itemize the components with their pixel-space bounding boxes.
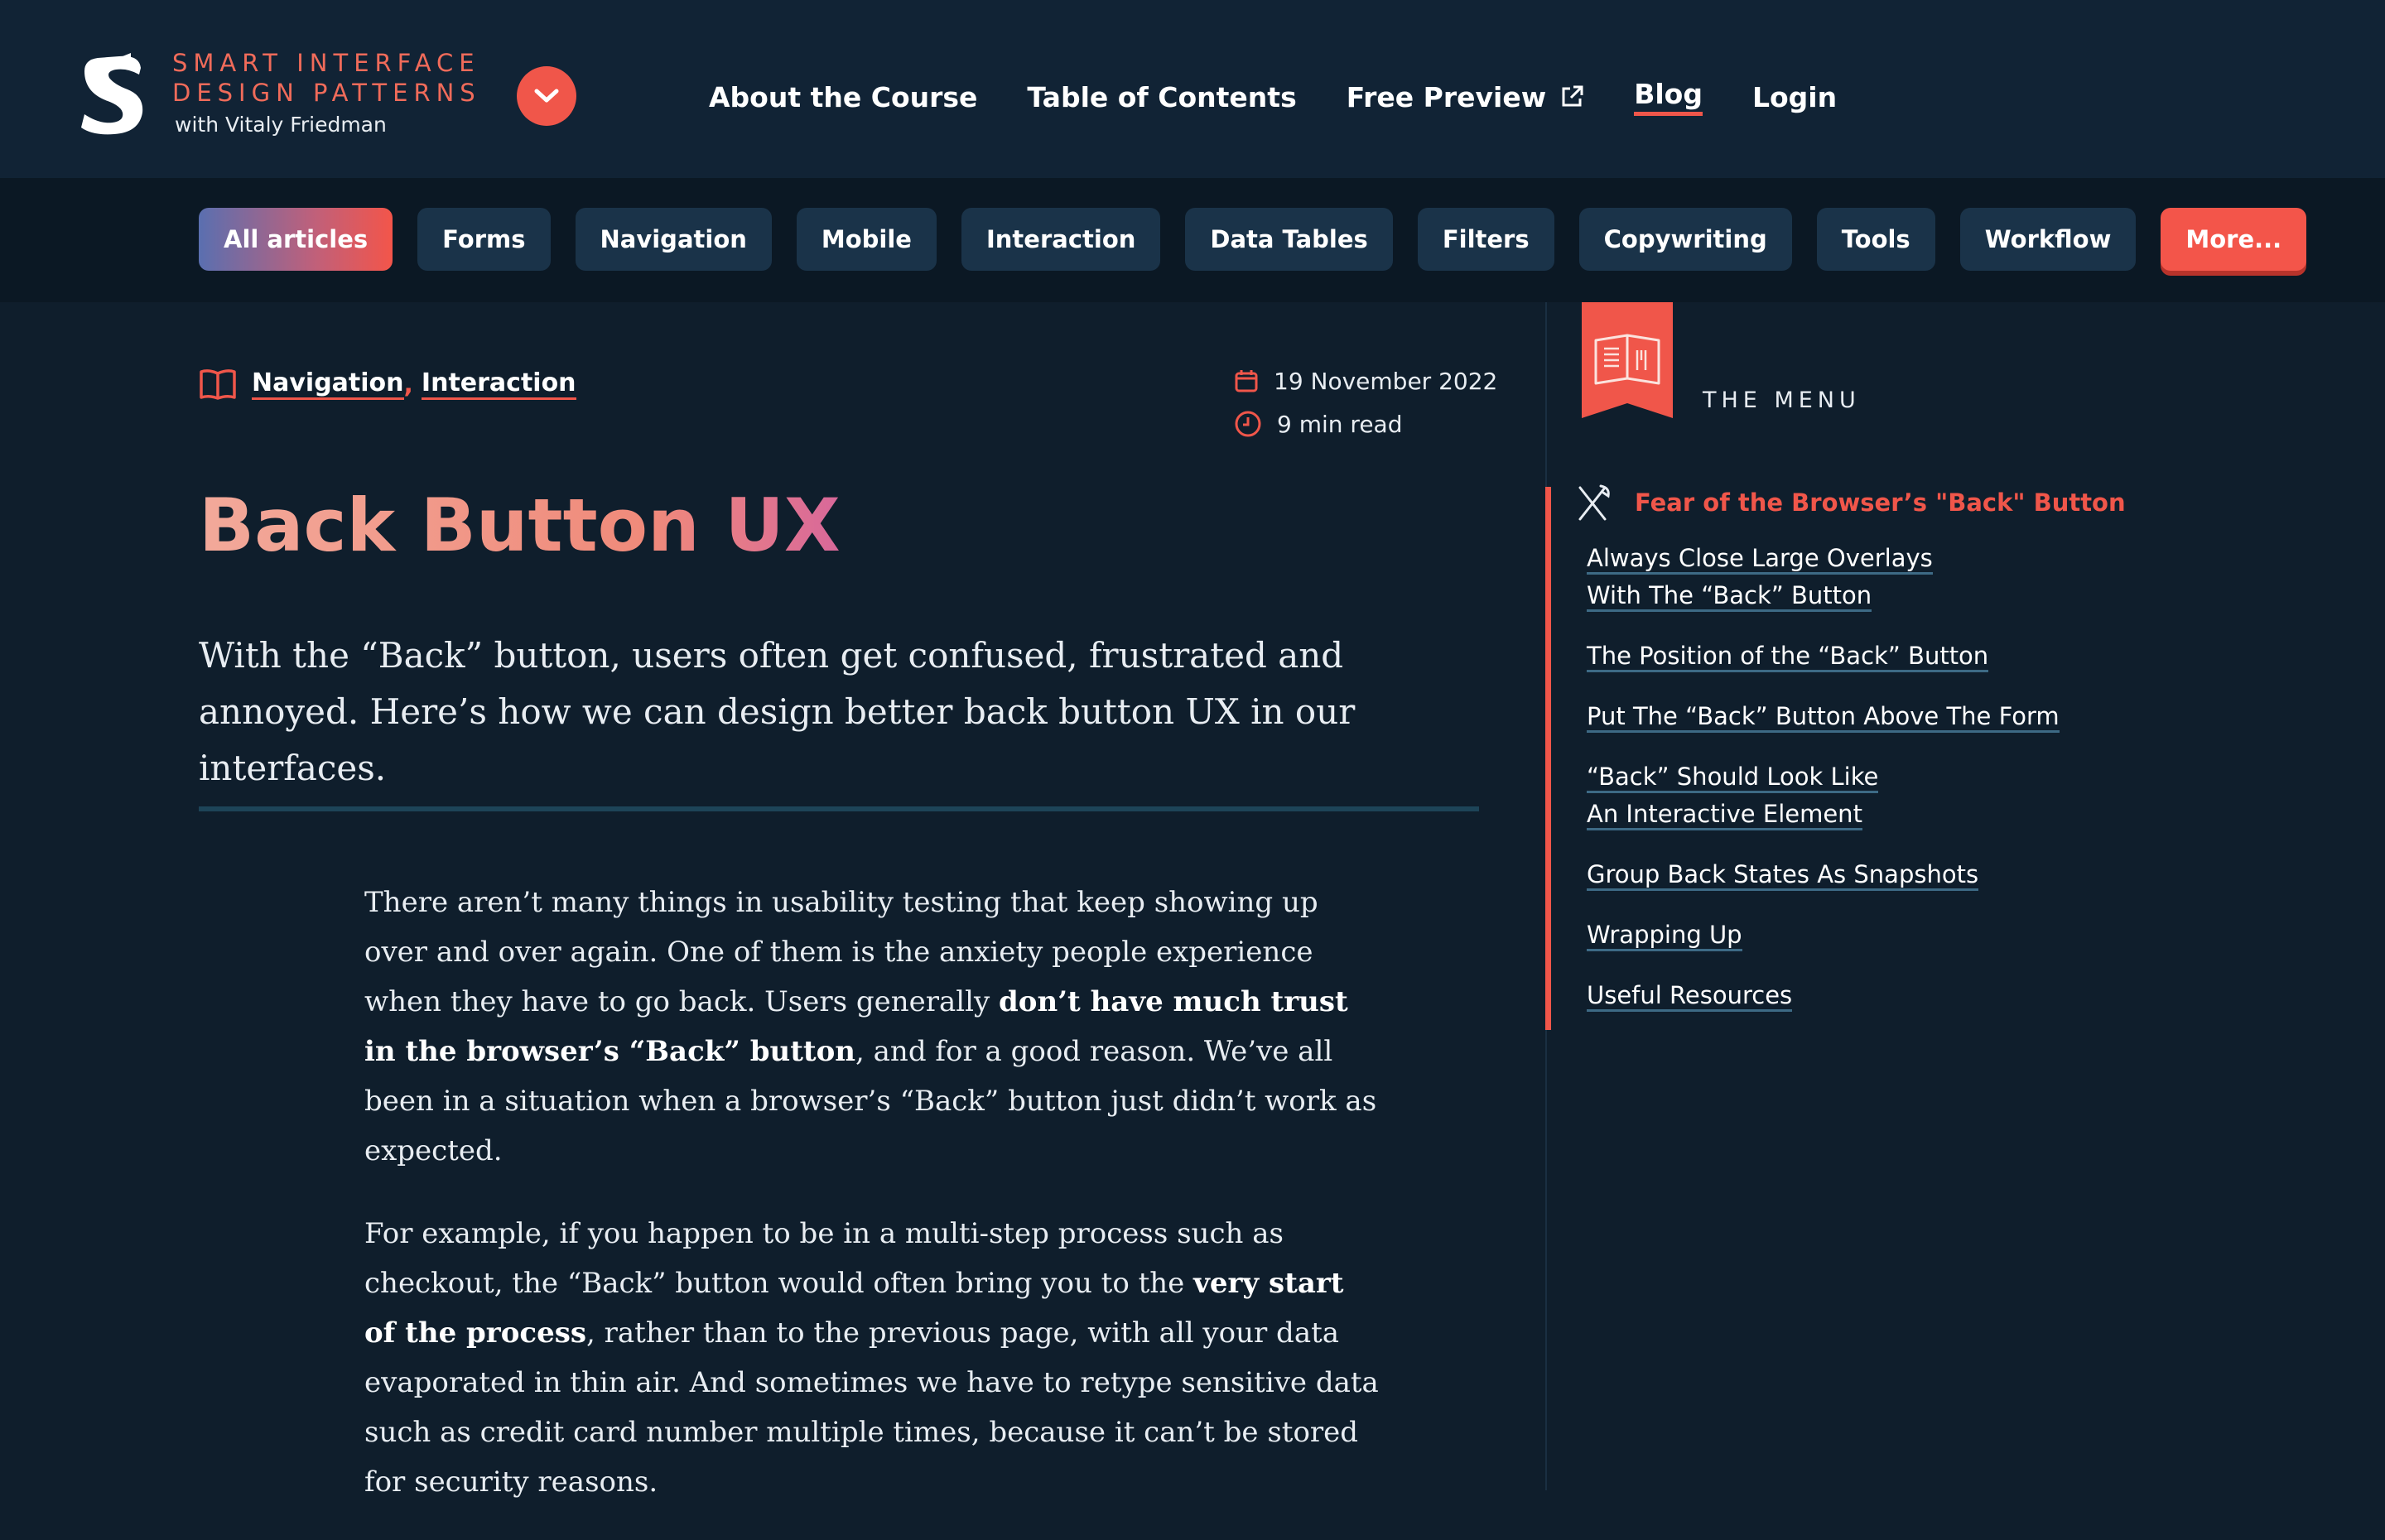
menu-book-icon xyxy=(1582,302,1673,418)
toc-item-line: Group Back States As Snapshots xyxy=(1587,860,1979,891)
book-icon xyxy=(200,369,236,400)
nav-toc-label: Table of Contents xyxy=(1027,80,1297,113)
article-categories: Navigation , Interaction xyxy=(199,368,576,401)
nav-blog[interactable]: Blog xyxy=(1634,78,1703,116)
toc-item-line: “Back” Should Look Like xyxy=(1587,763,1879,793)
toc-item-snapshots[interactable]: Group Back States As Snapshots xyxy=(1587,856,2153,893)
toc-current-label: Fear of the Browser’s "Back" Button xyxy=(1635,488,2126,517)
nav-free-preview-label: Free Preview xyxy=(1346,80,1547,113)
article-lead: With the “Back” button, users often get … xyxy=(199,635,1356,788)
tag-more-button[interactable]: More... xyxy=(2161,208,2307,271)
brand-byline: with Vitaly Friedman xyxy=(175,113,387,137)
nav-about-label: About the Course xyxy=(709,80,978,113)
tag-data-tables[interactable]: Data Tables xyxy=(1185,208,1393,271)
nav-toc[interactable]: Table of Contents xyxy=(1027,81,1296,113)
toc-item-line: With The “Back” Button xyxy=(1587,581,1872,612)
toc-item-line: Always Close Large Overlays xyxy=(1587,544,1933,575)
page-title: Back Button UX xyxy=(199,480,841,571)
category-tags: All articles Forms Navigation Mobile Int… xyxy=(199,208,2331,271)
category-separator: , xyxy=(403,369,413,399)
article-read-time: 9 min read xyxy=(1234,407,1497,440)
category-bar: All articles Forms Navigation Mobile Int… xyxy=(0,178,2385,302)
nav-login[interactable]: Login xyxy=(1752,81,1837,113)
menu-toggle-button[interactable] xyxy=(517,66,576,126)
p2-text-a: For example, if you happen to be in a mu… xyxy=(364,1217,1284,1300)
lead-divider xyxy=(199,806,1479,811)
toc-item-line: The Position of the “Back” Button xyxy=(1587,642,1989,672)
nav-blog-label: Blog xyxy=(1634,78,1703,110)
brand-line-1: SMART INTERFACE xyxy=(172,49,480,77)
toc-item-close-overlays[interactable]: Always Close Large Overlays With The “Ba… xyxy=(1587,540,2153,614)
article-meta: 19 November 2022 9 min read xyxy=(1234,364,1497,450)
main-nav: About the Course Table of Contents Free … xyxy=(709,76,1886,118)
clock-icon xyxy=(1235,411,1261,437)
toc-item-useful-resources[interactable]: Useful Resources xyxy=(1587,977,2153,1014)
article-date-text: 19 November 2022 xyxy=(1274,367,1498,395)
chevron-down-icon xyxy=(534,89,559,103)
article-body: There aren’t many things in usability te… xyxy=(364,878,1383,1540)
external-link-icon xyxy=(1562,85,1583,107)
toc-current-section[interactable]: Fear of the Browser’s "Back" Button xyxy=(1573,484,2153,522)
tag-workflow[interactable]: Workflow xyxy=(1959,208,2137,271)
calendar-icon xyxy=(1235,370,1258,392)
tag-mobile[interactable]: Mobile xyxy=(796,208,937,271)
nav-about[interactable]: About the Course xyxy=(709,81,977,113)
category-link-navigation[interactable]: Navigation xyxy=(252,368,404,400)
tag-forms[interactable]: Forms xyxy=(417,208,551,271)
toc-item-above-form[interactable]: Put The “Back” Button Above The Form xyxy=(1587,698,2153,735)
sidebar-menu-label: THE MENU xyxy=(1703,387,1861,413)
tag-interaction[interactable]: Interaction xyxy=(961,208,1161,271)
toc-progress-bar xyxy=(1545,487,1551,1030)
tag-filters[interactable]: Filters xyxy=(1417,208,1554,271)
paragraph-2: For example, if you happen to be in a mu… xyxy=(364,1209,1383,1507)
toc-item-line: Put The “Back” Button Above The Form xyxy=(1587,702,2060,733)
page: SMART INTERFACE DESIGN PATTERNS with Vit… xyxy=(0,0,2385,1499)
tag-copywriting[interactable]: Copywriting xyxy=(1578,208,1792,271)
toc-item-line: Wrapping Up xyxy=(1587,921,1742,951)
table-of-contents: Fear of the Browser’s "Back" Button Alwa… xyxy=(1573,484,2153,1037)
article-date: 19 November 2022 xyxy=(1234,364,1497,397)
cutlery-icon xyxy=(1578,484,1610,521)
logo-icon[interactable] xyxy=(73,53,152,139)
tag-tools[interactable]: Tools xyxy=(1816,208,1935,271)
tag-all-articles[interactable]: All articles xyxy=(199,208,393,271)
toc-item-line: Useful Resources xyxy=(1587,981,1793,1012)
nav-free-preview[interactable]: Free Preview xyxy=(1347,81,1585,113)
toc-item-line: An Interactive Element xyxy=(1587,800,1862,830)
site-header: SMART INTERFACE DESIGN PATTERNS with Vit… xyxy=(0,0,2385,178)
toc-item-wrapping-up[interactable]: Wrapping Up xyxy=(1587,917,2153,954)
toc-item-position[interactable]: The Position of the “Back” Button xyxy=(1587,638,2153,675)
brand-line-2: DESIGN PATTERNS xyxy=(172,79,481,107)
category-link-interaction[interactable]: Interaction xyxy=(421,368,576,400)
nav-login-label: Login xyxy=(1751,80,1838,113)
toc-item-interactive-element[interactable]: “Back” Should Look Like An Interactive E… xyxy=(1587,758,2153,833)
paragraph-1: There aren’t many things in usability te… xyxy=(364,878,1383,1176)
article-read-time-text: 9 min read xyxy=(1277,410,1403,438)
tag-navigation[interactable]: Navigation xyxy=(575,208,772,271)
